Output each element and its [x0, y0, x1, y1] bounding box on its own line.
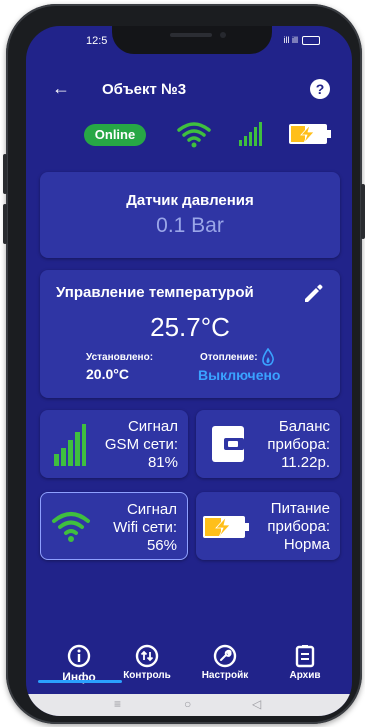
- wifi-icon: [177, 122, 211, 148]
- gsm-signal-tile[interactable]: Сигнал GSM сети: 81%: [40, 410, 188, 478]
- home-button[interactable]: ○: [184, 697, 191, 711]
- archive-list-icon: [295, 645, 315, 668]
- camera-notch: [112, 26, 272, 54]
- volume-up-button: [3, 154, 7, 194]
- power-value: Норма: [283, 536, 330, 553]
- gsm-signal-icon: [239, 122, 262, 146]
- app-screen: 12:5 ill ill ← Объект №3 ? Online Датчик…: [26, 26, 352, 716]
- set-temperature-value: 20.0°C: [86, 366, 129, 382]
- back-arrow-icon[interactable]: ←: [52, 78, 74, 100]
- system-back-button[interactable]: ◁: [252, 697, 261, 711]
- phone-frame: 12:5 ill ill ← Объект №3 ? Online Датчик…: [3, 4, 365, 724]
- online-badge: Online: [84, 124, 146, 146]
- balance-line2: прибора:: [267, 436, 330, 453]
- heating-status-toggle[interactable]: Выключено: [198, 367, 280, 383]
- balance-tile[interactable]: Баланс прибора: 11.22р.: [196, 410, 340, 478]
- gsm-line2: GSM сети:: [104, 436, 178, 453]
- nav-label-settings: Настройк: [201, 670, 249, 681]
- power-line1: Питание: [270, 500, 330, 517]
- balance-value: 11.22р.: [281, 454, 330, 471]
- speaker-grille: [170, 33, 212, 37]
- nav-tab-info[interactable]: Инфо: [44, 638, 114, 694]
- system-navigation-bar: ≡ ○ ◁: [26, 694, 352, 716]
- power-tile[interactable]: Питание прибора: Норма: [196, 492, 340, 560]
- wallet-icon: [212, 426, 244, 462]
- power-line2: прибора:: [267, 518, 330, 535]
- flame-drop-icon: [262, 348, 274, 366]
- temperature-control-title: Управление температурой: [56, 284, 254, 301]
- wifi-line2: Wifi сети:: [113, 519, 177, 536]
- pressure-value: 0.1 Bar: [156, 214, 224, 237]
- status-time: 12:5: [86, 35, 108, 47]
- nav-label-archive: Архив: [289, 670, 321, 681]
- status-indicators: ill ill: [283, 35, 320, 45]
- active-tab-indicator: [38, 680, 122, 683]
- nav-tab-control[interactable]: Контроль: [112, 638, 182, 694]
- gsm-signal-text: Сигнал GSM сети: 81%: [105, 418, 178, 472]
- cell-signal-text: ill ill: [283, 35, 299, 45]
- wifi-signal-text: Сигнал Wifi сети: 56%: [113, 501, 177, 555]
- recent-apps-button[interactable]: ≡: [114, 697, 121, 711]
- volume-down-button: [3, 204, 7, 244]
- wifi-value: 56%: [146, 537, 177, 554]
- temperature-control-card[interactable]: Управление температурой 25.7°C Установле…: [40, 270, 340, 398]
- wifi-signal-tile[interactable]: Сигнал Wifi сети: 56%: [40, 492, 188, 560]
- front-camera: [220, 32, 226, 38]
- wrench-icon: [213, 644, 237, 668]
- bottom-navigation: Инфо Контроль Настройк Архив: [26, 638, 352, 694]
- help-icon[interactable]: ?: [310, 79, 330, 99]
- nav-tab-settings[interactable]: Настройк: [190, 638, 260, 694]
- nav-tab-archive[interactable]: Архив: [270, 638, 340, 694]
- page-title: Объект №3: [102, 81, 187, 98]
- balance-line1: Баланс: [278, 418, 330, 435]
- battery-charging-icon: [289, 124, 331, 144]
- pressure-sensor-card[interactable]: Датчик давления 0.1 Bar: [40, 172, 340, 258]
- power-button: [361, 184, 365, 239]
- swap-vertical-icon: [135, 644, 159, 668]
- wifi-icon: [52, 512, 90, 542]
- nav-label-control: Контроль: [123, 670, 171, 681]
- pencil-edit-icon[interactable]: [300, 280, 326, 306]
- power-text: Питание прибора: Норма: [267, 500, 330, 554]
- gsm-value: 81%: [147, 454, 178, 471]
- battery-icon: [302, 35, 320, 45]
- pressure-sensor-title: Датчик давления: [126, 192, 254, 209]
- device-status-row: Online: [26, 118, 352, 148]
- set-temperature-label: Установлено:: [86, 352, 154, 363]
- gsm-signal-icon: [54, 424, 86, 466]
- app-header: ← Объект №3 ?: [26, 72, 352, 106]
- battery-charging-icon: [203, 516, 249, 538]
- wifi-line1: Сигнал: [126, 501, 177, 518]
- balance-text: Баланс прибора: 11.22р.: [267, 418, 330, 472]
- current-temperature: 25.7°C: [150, 312, 230, 342]
- info-icon: [67, 644, 91, 668]
- heating-label: Отопление:: [200, 352, 258, 363]
- gsm-line1: Сигнал: [127, 418, 178, 435]
